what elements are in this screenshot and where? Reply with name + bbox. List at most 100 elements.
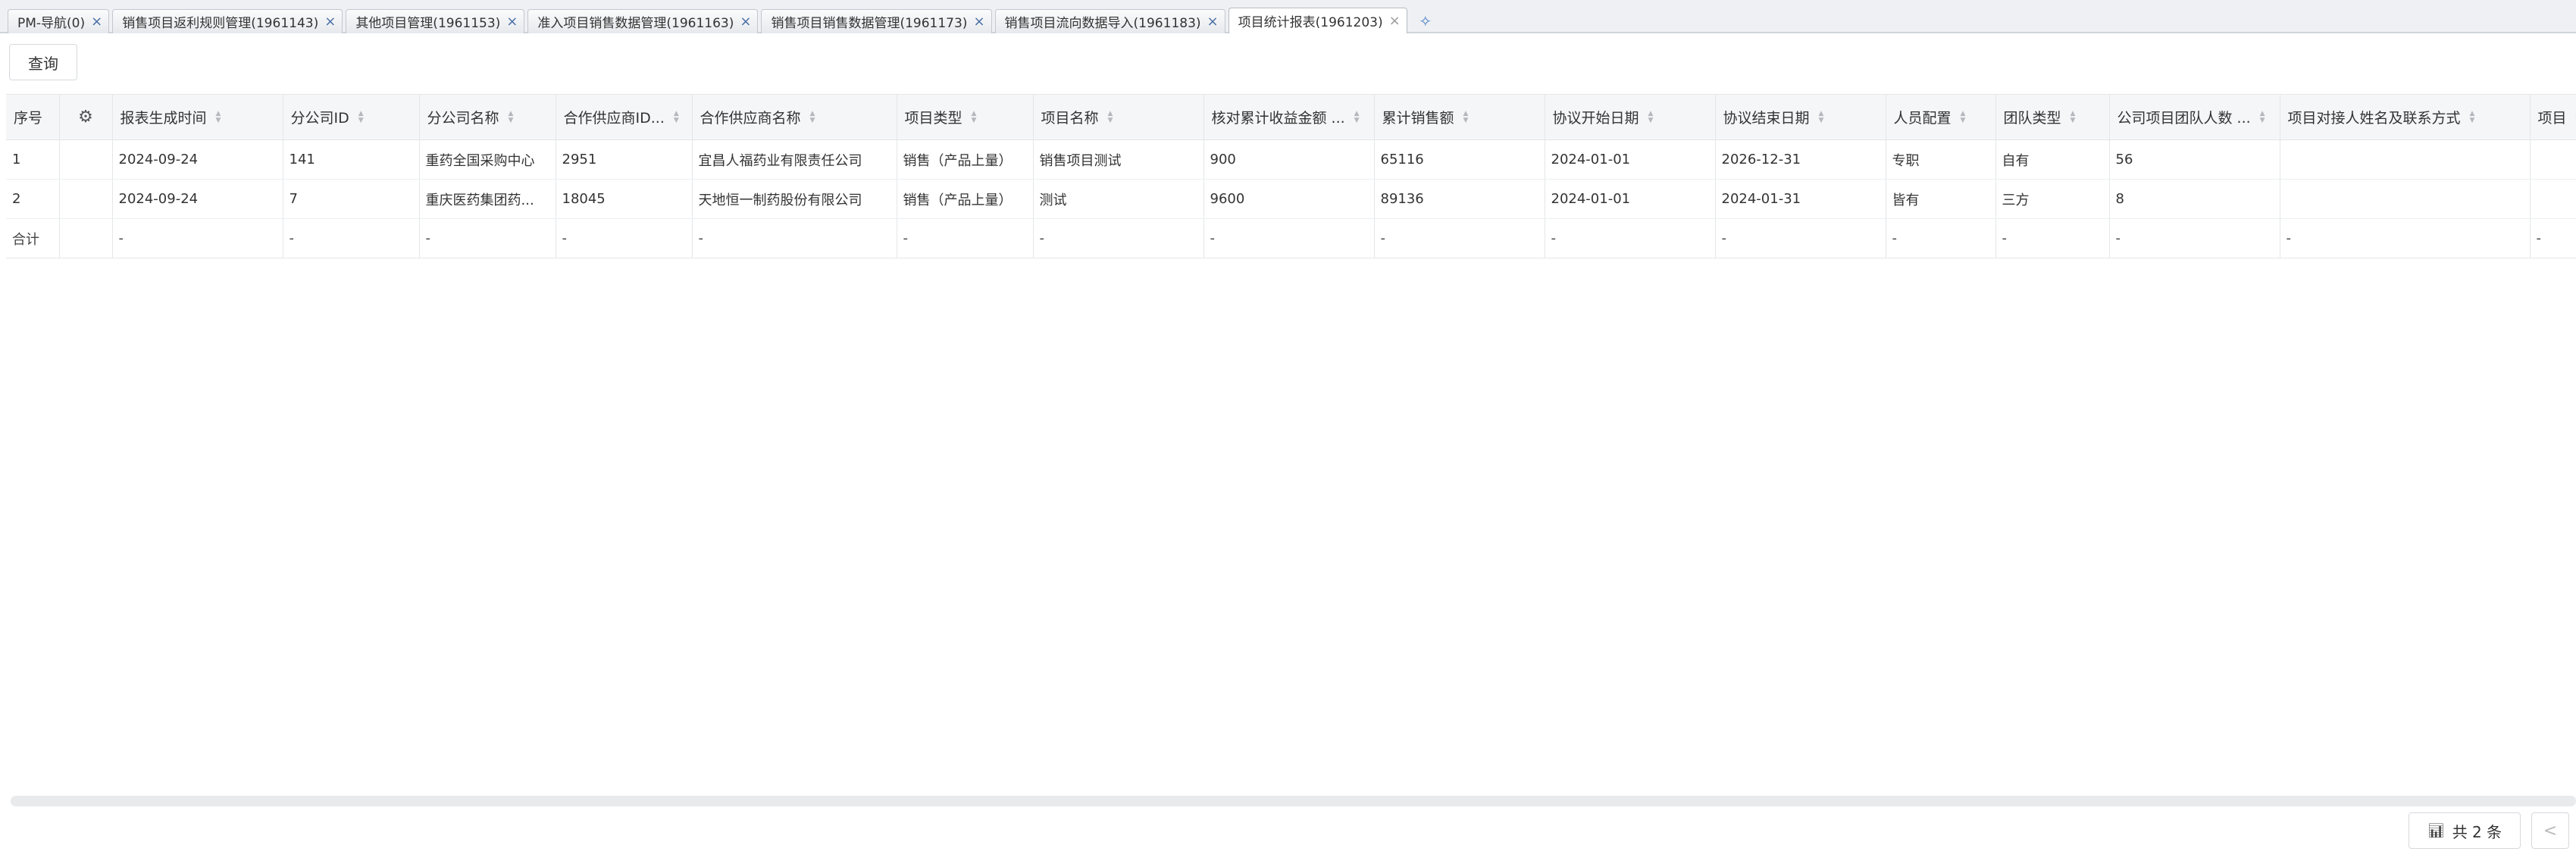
column-header-label: 序号 <box>14 110 43 127</box>
add-tab-icon[interactable]: ✧ <box>1416 12 1435 30</box>
totals-cell: - <box>2280 218 2531 258</box>
column-header-label: 报表生成时间 <box>120 110 207 127</box>
totals-cell: - <box>112 218 283 258</box>
tab-list: PM-导航(0) × 销售项目返利规则管理(1961143) × 其他项目管理(1961… <box>8 8 1435 33</box>
sort-icon[interactable]: ▲ ▼ <box>1961 110 1966 124</box>
column-header: 协议结束日期 ▲ ▼ <box>1715 94 1886 140</box>
horizontal-scrollbar[interactable] <box>11 796 2576 806</box>
column-header: 核对累计收益金额 ... ▲ ▼ <box>1203 94 1375 140</box>
sort-icon[interactable]: ▲ ▼ <box>810 110 815 124</box>
close-icon[interactable]: × <box>1389 14 1401 28</box>
column-header-label: 团队类型 <box>2003 110 2061 127</box>
table-cell: 141 <box>283 139 420 180</box>
chevron-left-icon: < <box>2543 821 2558 840</box>
tab-bar: PM-导航(0) × 销售项目返利规则管理(1961143) × 其他项目管理(1961… <box>0 0 2576 33</box>
sort-icon[interactable]: ▲ ▼ <box>216 110 221 124</box>
report-page: PM-导航(0) × 销售项目返利规则管理(1961143) × 其他项目管理(1961… <box>0 0 2576 867</box>
header-cell: 团队类型 ▲ ▼ <box>2002 107 2103 127</box>
column-header: 项目名称 ▲ ▼ <box>1033 94 1204 140</box>
tab-1[interactable]: 销售项目返利规则管理(1961143) × <box>112 9 343 33</box>
column-header-label: 分公司ID <box>290 110 349 127</box>
column-header-label: 分公司名称 <box>427 110 499 127</box>
bar-chart-icon: 📊︎ <box>2427 822 2445 839</box>
close-icon[interactable]: × <box>324 14 336 29</box>
column-header-label: 协议结束日期 <box>1723 110 1810 127</box>
totals-cell: - <box>1715 218 1886 258</box>
header-cell: 项目类型 ▲ ▼ <box>903 107 1027 127</box>
table-cell: 自有 <box>1995 139 2110 180</box>
sort-icon[interactable]: ▲ ▼ <box>1354 110 1360 124</box>
header-cell: 分公司名称 ▲ ▼ <box>426 107 549 127</box>
table-cell: 2024-01-01 <box>1545 139 1716 180</box>
table-row[interactable]: 2 2024-09-24 7 重庆医药集团药... 18045 天地恒一制药股份有限公司销… <box>6 179 2576 219</box>
header-cell: 序号 <box>12 107 53 127</box>
sort-icon[interactable]: ▲ ▼ <box>358 110 364 124</box>
column-header: 累计销售额 ▲ ▼ <box>1374 94 1545 140</box>
totals-cell: - <box>2109 218 2280 258</box>
header-cell: 核对累计收益金额 ... ▲ ▼ <box>1210 107 1368 127</box>
sort-icon[interactable]: ▲ ▼ <box>1108 110 1113 124</box>
gear-icon[interactable]: ⚙ <box>66 108 106 127</box>
sort-icon[interactable]: ▲ ▼ <box>1819 110 1824 124</box>
table-cell: 销售（产品上量） <box>897 139 1034 180</box>
totals-cell: - <box>1545 218 1716 258</box>
table-cell: 2024-09-24 <box>112 179 283 219</box>
table-cell <box>59 139 113 180</box>
close-icon[interactable]: × <box>506 14 518 29</box>
close-icon[interactable]: × <box>740 14 751 29</box>
header-cell: 报表生成时间 ▲ ▼ <box>119 107 277 127</box>
sort-icon[interactable]: ▲ ▼ <box>674 110 679 124</box>
totals-cell: - <box>692 218 897 258</box>
report-table: 序号 ⚙ 报表生成时间 ▲ ▼ 分公司ID ▲ ▼ 分公司名称 ▲ ▼ 合作供应商ID... ▲ ▼ 合作供… <box>6 94 2576 258</box>
column-header-label: 核对累计收益金额 ... <box>1211 110 1345 127</box>
tab-3[interactable]: 准入项目销售数据管理(1961163) × <box>527 9 759 33</box>
close-icon[interactable]: × <box>1207 14 1219 29</box>
table-cell: 7 <box>283 179 420 219</box>
totals-cell: - <box>419 218 556 258</box>
column-header-label: 项目 <box>2537 110 2567 127</box>
tab-6[interactable]: 项目统计报表(1961203) × <box>1228 8 1407 33</box>
header-cell: 项目▲▼ <box>2537 107 2576 127</box>
total-count-button[interactable]: 📊︎ 共 2 条 <box>2409 812 2521 849</box>
table-cell <box>2530 139 2576 180</box>
tab-5[interactable]: 销售项目流向数据导入(1961183) × <box>994 9 1225 33</box>
tab-0[interactable]: PM-导航(0) × <box>8 9 110 33</box>
sort-icon[interactable]: ▲ ▼ <box>1463 110 1469 124</box>
table-cell: 89136 <box>1374 179 1545 219</box>
sort-icon[interactable]: ▲ ▼ <box>2071 110 2076 124</box>
close-icon[interactable]: × <box>973 14 984 29</box>
column-settings[interactable]: ⚙ <box>59 94 113 140</box>
totals-cell: - <box>897 218 1034 258</box>
tab-label: 项目统计报表(1961203) <box>1238 15 1383 30</box>
totals-row: 合计 - - - - - - - - - - - - - - - - <box>6 218 2576 258</box>
table-row[interactable]: 1 2024-09-24 141 重药全国采购中心 2951 宜昌人福药业有限责任公司 销售… <box>6 139 2576 180</box>
column-header: 公司项目团队人数 ... ▲ ▼ <box>2109 94 2280 140</box>
sort-icon[interactable]: ▲ ▼ <box>2260 110 2265 124</box>
column-header-label: 累计销售额 <box>1382 110 1454 127</box>
sort-icon[interactable]: ▲ ▼ <box>972 110 977 124</box>
totals-cell: - <box>1374 218 1545 258</box>
column-header: 分公司名称 ▲ ▼ <box>419 94 556 140</box>
table-cell: 2024-09-24 <box>112 139 283 180</box>
column-header: 合作供应商名称 ▲ ▼ <box>692 94 897 140</box>
tab-4[interactable]: 销售项目销售数据管理(1961173) × <box>761 9 992 33</box>
tab-2[interactable]: 其他项目管理(1961153) × <box>346 9 525 33</box>
tab-label: 销售项目销售数据管理(1961173) <box>771 16 968 31</box>
tab-label: 其他项目管理(1961153) <box>355 16 501 31</box>
table-cell: 8 <box>2109 179 2280 219</box>
header-cell: 合作供应商ID... ▲ ▼ <box>562 107 686 127</box>
table-cell: 2024-01-31 <box>1715 179 1886 219</box>
query-button[interactable]: 查询 <box>9 44 77 80</box>
header-cell: 分公司ID ▲ ▼ <box>290 107 413 127</box>
sort-icon[interactable]: ▲ ▼ <box>1648 110 1654 124</box>
column-header: 项目对接人姓名及联系方式 ▲ ▼ <box>2280 94 2531 140</box>
table-cell: 天地恒一制药股份有限公司 <box>692 179 897 219</box>
totals-cell: - <box>1886 218 1996 258</box>
prev-page-button[interactable]: < <box>2531 812 2569 849</box>
header-cell: 项目名称 ▲ ▼ <box>1040 107 1197 127</box>
sort-icon[interactable]: ▲ ▼ <box>509 110 514 124</box>
column-header-label: 人员配置 <box>1893 110 1952 127</box>
totals-cell: - <box>1033 218 1204 258</box>
sort-icon[interactable]: ▲ ▼ <box>2470 110 2475 124</box>
close-icon[interactable]: × <box>91 14 102 29</box>
